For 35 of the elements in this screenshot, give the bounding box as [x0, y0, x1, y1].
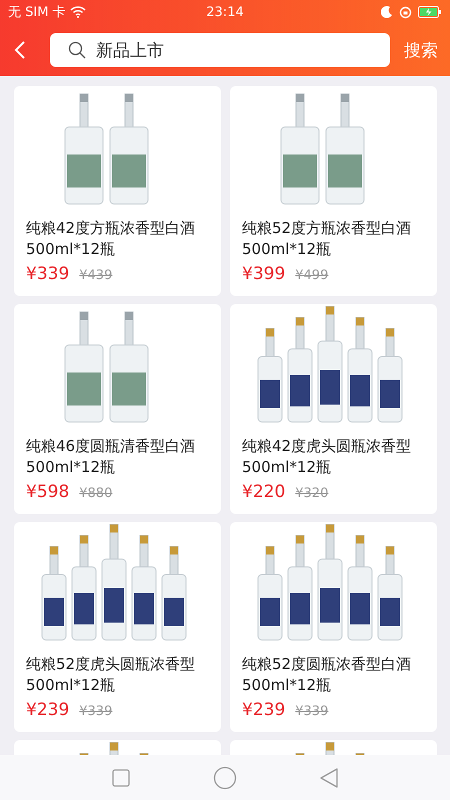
product-card[interactable]: 纯粮46度圆瓶清香型白酒500ml*12瓶 ¥598 ¥880 — [14, 304, 221, 514]
lock-rotation-icon — [399, 6, 412, 18]
product-price: ¥239 — [26, 700, 70, 720]
product-name: 纯粮42度方瓶浓香型白酒500ml*12瓶 — [25, 218, 196, 260]
original-price: ¥499 — [295, 268, 328, 283]
product-price: ¥399 — [242, 264, 286, 284]
product-price: ¥598 — [26, 482, 70, 502]
original-price: ¥880 — [79, 486, 112, 501]
home-icon[interactable] — [213, 766, 237, 790]
battery-icon — [418, 6, 442, 18]
product-card[interactable]: 纯粮42度方瓶浓香型白酒500ml*12瓶 ¥339 ¥439 — [14, 86, 221, 296]
back-chevron-icon — [14, 40, 26, 60]
back-icon[interactable] — [319, 766, 339, 788]
recent-apps-icon[interactable] — [111, 768, 131, 788]
moon-icon — [381, 6, 393, 18]
original-price: ¥339 — [295, 704, 328, 719]
status-time: 23:14 — [206, 4, 244, 20]
product-card[interactable]: 纯粮42度虎头圆瓶浓香型500ml*12瓶 ¥220 ¥320 — [230, 304, 437, 514]
product-price: ¥239 — [242, 700, 286, 720]
product-name: 纯粮52度虎头圆瓶浓香型500ml*12瓶 — [25, 654, 196, 696]
product-name: 纯粮42度虎头圆瓶浓香型500ml*12瓶 — [241, 436, 412, 478]
wifi-icon — [70, 6, 86, 18]
product-card[interactable]: 纯粮52度方瓶浓香型白酒500ml*12瓶 ¥399 ¥499 — [230, 86, 437, 296]
product-card[interactable]: 纯粮52度圆瓶浓香型白酒500ml*12瓶 ¥239 ¥339 — [230, 522, 437, 732]
product-name: 纯粮46度圆瓶清香型白酒500ml*12瓶 — [25, 436, 196, 478]
original-price: ¥439 — [79, 268, 112, 283]
product-price: ¥220 — [242, 482, 286, 502]
product-name: 纯粮52度圆瓶浓香型白酒500ml*12瓶 — [241, 654, 412, 696]
carrier-text: 无 SIM 卡 — [8, 4, 66, 21]
search-field[interactable]: 新品上市 — [50, 33, 390, 67]
product-price: ¥339 — [26, 264, 70, 284]
original-price: ¥339 — [79, 704, 112, 719]
original-price: ¥320 — [295, 486, 328, 501]
product-card[interactable]: 纯粮52度虎头圆瓶浓香型500ml*12瓶 ¥239 ¥339 — [14, 522, 221, 732]
product-name: 纯粮52度方瓶浓香型白酒500ml*12瓶 — [241, 218, 412, 260]
